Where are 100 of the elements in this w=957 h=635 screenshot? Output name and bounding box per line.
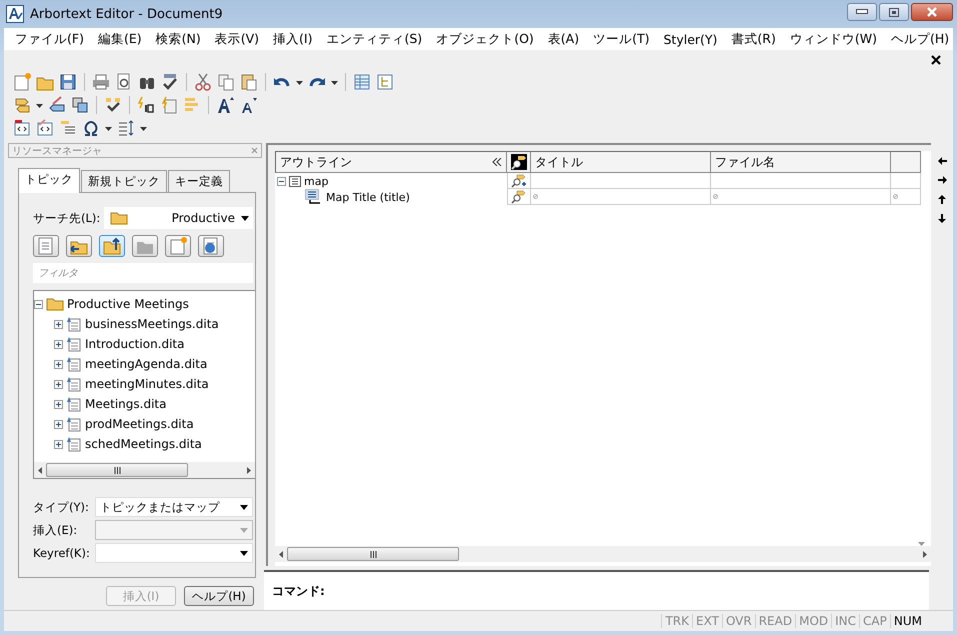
scrollbar-thumb[interactable] [46,463,188,477]
expand-icon[interactable] [54,420,63,428]
field-label: 挿入(E): [33,522,78,538]
status-indicator: INC [831,614,860,628]
caret-icon [240,550,248,556]
expand-icon[interactable] [54,440,63,448]
caret-icon [241,216,249,220]
tree-item[interactable]: meetingAgenda.dita [85,357,208,371]
filter-field[interactable]: フィルタ [33,263,253,283]
tab[interactable]: トピック [18,168,80,193]
up-arrow-icon[interactable] [938,195,946,204]
maximize-button[interactable] [879,3,909,21]
up-folder-button[interactable] [99,235,125,257]
table-icon[interactable] [352,72,372,92]
panel-title: リソースマネージャ [12,144,102,158]
tree-item[interactable]: Meetings.dita [85,397,166,411]
column-header[interactable]: アウトライン [275,151,507,173]
new-document-button[interactable] [165,235,191,257]
tree-item[interactable]: schedMeetings.dita [85,437,202,451]
close-icon[interactable] [931,55,941,65]
folder-up-icon [102,236,122,256]
menu-item[interactable]: 表(A) [540,30,586,48]
collapse-icon[interactable] [34,300,43,308]
tab[interactable]: 新規トピック [81,170,167,192]
title-block-icon [305,189,323,205]
markup-icon[interactable] [12,118,32,138]
font-increase-icon[interactable] [215,94,235,114]
help-button[interactable]: ヘルプ(H) [184,586,254,606]
menu-item[interactable]: 書式(R) [724,30,783,48]
empty-value-icon [893,194,898,199]
tag-search-plus-icon[interactable] [511,174,527,188]
menu-item[interactable]: ウィンドウ(W) [782,30,884,48]
folder-icon [110,211,128,225]
menu-item[interactable]: ファイル(F) [8,30,91,48]
expand-icon[interactable] [54,380,63,388]
collapse-icon[interactable] [277,176,286,186]
tag-edit-icon[interactable] [47,94,67,114]
column-header[interactable] [891,151,921,173]
tree-item[interactable]: meetingMinutes.dita [85,377,209,391]
tree-item[interactable]: businessMeetings.dita [85,317,219,331]
scrollbar-thumb[interactable] [287,547,459,561]
markup-edit-icon[interactable] [35,118,55,138]
expand-icon[interactable] [54,360,63,368]
down-arrow-icon[interactable] [938,214,946,223]
right-arrow-icon[interactable] [938,176,946,185]
dropdown[interactable]: トピックまたはマップ [95,497,253,517]
outline-item[interactable]: Map Title (title) [326,190,410,204]
empty-value-icon [713,194,718,199]
minimize-button[interactable] [847,3,877,21]
expand-icon[interactable] [54,340,63,348]
menu-item[interactable]: オブジェクト(O) [429,30,541,48]
status-indicator: TRK [661,614,692,628]
expand-icon[interactable] [54,320,63,328]
scissors-icon[interactable] [193,72,213,92]
close-icon [926,7,938,17]
tab[interactable]: キー定義 [168,170,230,192]
print-icon[interactable] [91,72,111,92]
web-button[interactable] [198,235,224,257]
menu-item[interactable]: エンティティ(S) [319,30,430,48]
menu-item[interactable]: Styler(Y) [656,32,724,46]
expand-icon[interactable] [54,400,63,408]
document-icon [66,396,82,412]
tag-search-icon[interactable] [510,154,526,170]
menu-item[interactable]: ツール(T) [586,30,656,48]
back-button[interactable] [66,235,92,257]
menu-item[interactable]: 挿入(I) [266,30,320,48]
folder-button[interactable] [132,235,158,257]
save-icon[interactable] [58,72,78,92]
collapse-pane-icon[interactable] [492,158,502,166]
scroll-right-icon[interactable] [247,466,251,474]
status-indicator: READ [754,614,796,628]
tree-item[interactable]: Productive Meetings [67,297,189,311]
location-dropdown[interactable]: Productive [104,207,253,229]
column-header[interactable]: タイトル [531,151,711,173]
outline-item[interactable]: map [304,174,328,188]
tree-item[interactable]: Introduction.dita [85,337,184,351]
close-button[interactable] [911,3,953,21]
column-header[interactable]: ファイル名 [711,151,891,173]
menu-item[interactable]: 検索(N) [148,30,208,48]
spell-check-icon[interactable] [160,72,180,92]
status-indicator: OVR [722,614,755,628]
tag-search-icon[interactable] [511,190,527,204]
scroll-right-icon[interactable] [923,550,927,558]
status-indicator: NUM [890,614,925,628]
paste-icon[interactable] [239,72,259,92]
menu-item[interactable]: 編集(E) [90,30,149,48]
line-spacing-icon[interactable] [116,118,136,138]
menu-item[interactable]: ヘルプ(H) [884,30,956,48]
list-icon [289,176,301,186]
scroll-left-icon[interactable] [279,550,283,558]
document-icon [66,356,82,372]
menu-item[interactable]: 表示(V) [208,30,266,48]
command-field[interactable]: コマンド: [264,570,929,610]
document-button[interactable] [33,235,59,257]
scroll-left-icon[interactable] [38,466,42,474]
tree-view-icon[interactable] [375,72,395,92]
overlap-squares-icon[interactable] [70,94,90,114]
tree-item[interactable]: prodMeetings.dita [85,417,194,431]
left-arrow-icon[interactable] [938,157,946,166]
window-title: Arbortext Editor - Document9 [30,6,223,22]
